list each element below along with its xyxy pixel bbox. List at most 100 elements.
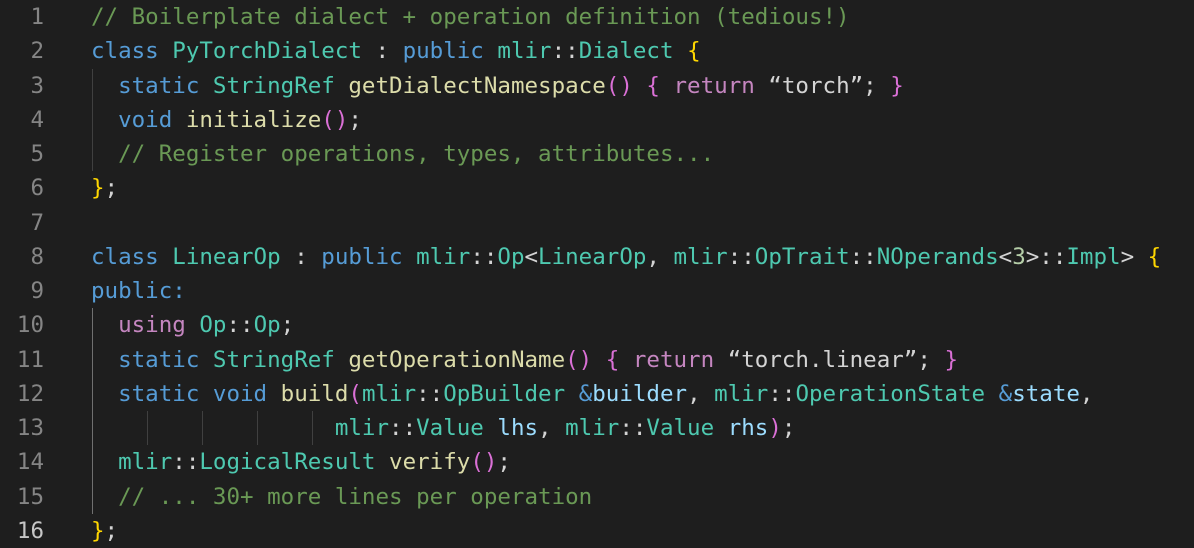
code-token: rhs — [727, 415, 769, 441]
code-token: & — [578, 380, 593, 407]
code-token: mlir — [416, 243, 471, 270]
code-token: < — [524, 243, 539, 270]
code-text: // ... 30+ more lines per operation — [91, 480, 592, 514]
code-text: public: — [91, 274, 186, 308]
code-token: LinearOp — [172, 243, 281, 270]
line-number: 11 — [16, 346, 44, 373]
code-line[interactable]: 14 mlir::LogicalResult verify(); — [0, 445, 1194, 479]
code-token: StringRef — [212, 346, 335, 373]
code-token: public — [321, 243, 403, 270]
code-line[interactable]: 9 public: — [0, 274, 1194, 308]
code-line[interactable]: 1 // Boilerplate dialect + operation defi… — [0, 0, 1194, 34]
code-line[interactable]: 16}; — [0, 514, 1194, 548]
code-token: class — [91, 243, 159, 270]
code-token: ) — [768, 415, 782, 441]
code-text: }; — [91, 514, 118, 548]
code-text: // Register operations, types, attribute… — [91, 137, 714, 171]
code-line[interactable]: 8 class LinearOp : public mlir::Op<Linear… — [0, 240, 1194, 274]
code-token: :: — [768, 380, 796, 407]
code-token: mlir — [673, 243, 728, 270]
code-token: } — [944, 346, 958, 373]
code-token: StringRef — [212, 72, 335, 99]
code-token: // Register operations, types, attribute… — [118, 141, 715, 167]
code-token: ; — [863, 72, 891, 99]
code-token: { — [646, 72, 660, 99]
code-line[interactable]: 5 // Register operations, types, attribu… — [0, 137, 1194, 171]
code-token: > — [1120, 243, 1148, 270]
code-token: ; — [280, 312, 295, 339]
code-token: static — [118, 380, 200, 407]
line-number: 4 — [30, 106, 44, 133]
code-token: :: — [226, 312, 254, 339]
code-token: LinearOp — [538, 243, 647, 270]
line-number: 6 — [30, 175, 44, 202]
code-token: return — [632, 346, 715, 373]
line-number: 7 — [30, 209, 44, 236]
code-token: , — [538, 415, 566, 441]
code-token: , — [1079, 380, 1094, 407]
code-token: () — [470, 449, 498, 476]
code-token: < — [998, 243, 1013, 270]
code-line[interactable]: 15 // ... 30+ more lines per operation — [0, 480, 1194, 514]
code-token: class — [91, 38, 159, 65]
code-line[interactable]: 12 static void build(mlir::OpBuilder &bu… — [0, 377, 1194, 411]
code-text: static StringRef getOperationName() { re… — [91, 343, 958, 377]
code-token: static — [118, 346, 200, 373]
code-text: void initialize(); — [91, 103, 362, 137]
code-line[interactable]: 6}; — [0, 171, 1194, 205]
code-token: state — [1012, 380, 1080, 407]
line-number: 16 — [16, 517, 44, 544]
line-number: 15 — [16, 483, 44, 510]
code-line[interactable]: 13 mlir::Value lhs, mlir::Value rhs); — [0, 411, 1194, 445]
code-token: void — [118, 106, 173, 133]
code-line[interactable]: 7 — [0, 206, 1194, 240]
code-token: () — [321, 106, 349, 133]
line-number: 13 — [16, 415, 44, 441]
code-token: “torch.linear” — [727, 346, 918, 373]
code-line[interactable]: 11 static StringRef getOperationName() {… — [0, 343, 1194, 377]
code-token: initialize — [185, 106, 322, 133]
line-number: 2 — [30, 38, 44, 65]
code-token: mlir — [334, 415, 390, 441]
code-token: Dialect — [578, 38, 674, 65]
code-token: mlir — [565, 415, 620, 441]
code-token: return — [673, 72, 755, 99]
code-token: : — [361, 38, 403, 65]
code-editor[interactable]: 1 // Boilerplate dialect + operation defi… — [0, 0, 1194, 548]
code-token: OpTrait — [754, 243, 850, 270]
code-token: getDialectNamespace — [348, 72, 606, 99]
code-token: : — [280, 243, 322, 270]
code-token: { — [605, 346, 620, 373]
code-text: using Op::Op; — [91, 308, 294, 342]
code-line[interactable]: 4 void initialize(); — [0, 103, 1194, 137]
code-token: } — [91, 517, 105, 544]
code-line[interactable]: 10 using Op::Op; — [0, 308, 1194, 342]
code-token: ; — [781, 415, 796, 441]
code-token: builder — [592, 380, 688, 407]
code-line[interactable]: 3 static StringRef getDialectNamespace()… — [0, 69, 1194, 103]
code-text: // Boilerplate dialect + operation defin… — [91, 0, 850, 34]
code-token: LogicalResult — [199, 449, 376, 476]
code-token: :: — [619, 415, 647, 441]
code-token: Op — [199, 312, 227, 339]
code-token: // ... 30+ more lines per operation — [118, 483, 593, 510]
code-token: ; — [104, 517, 119, 544]
line-number: 8 — [30, 243, 44, 270]
code-token: :: — [389, 415, 417, 441]
code-token: public: — [91, 278, 186, 304]
code-line[interactable]: 2 class PyTorchDialect : public mlir::Dia… — [0, 34, 1194, 68]
